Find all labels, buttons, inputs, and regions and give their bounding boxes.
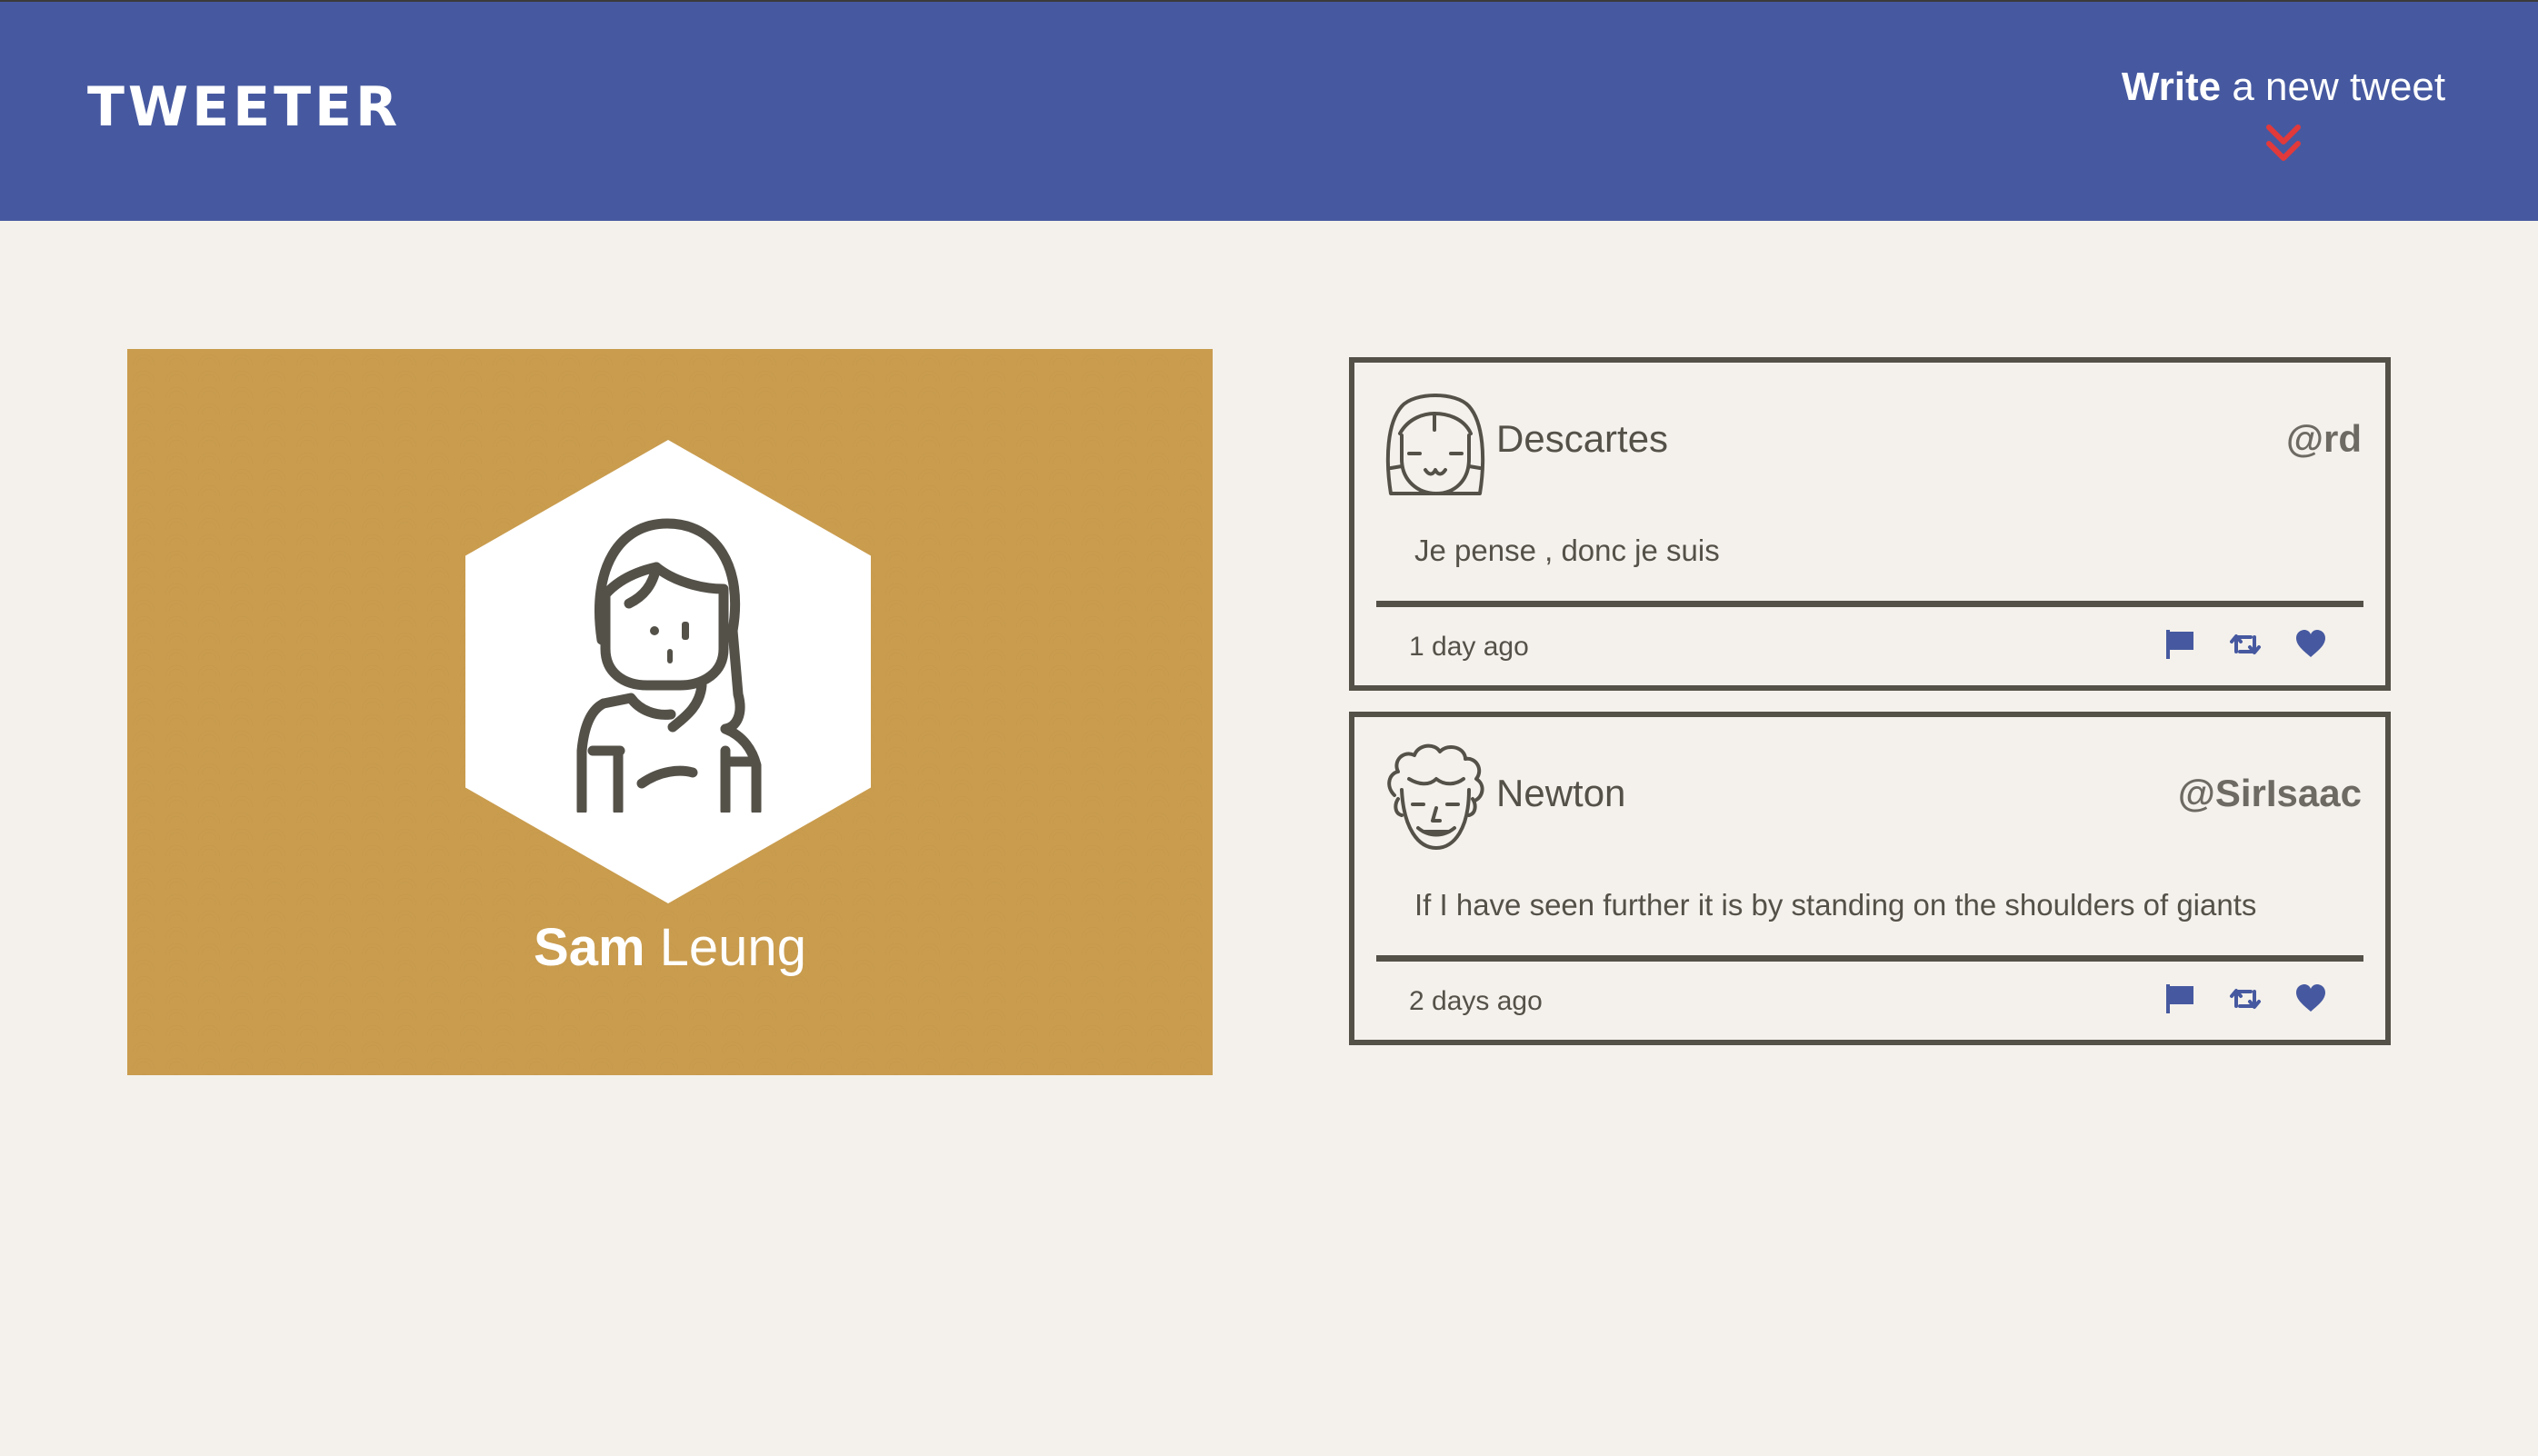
- tweet-body: Je pense , donc je suis: [1414, 534, 1720, 567]
- heart-icon[interactable]: [2294, 628, 2327, 661]
- tweet-timestamp: 1 day ago: [1409, 632, 1529, 662]
- tweet-handle[interactable]: @SirIsaac: [2178, 772, 2362, 815]
- tweet-card: Descartes @rd Je pense , donc je suis 1 …: [1349, 357, 2391, 691]
- heart-icon[interactable]: [2294, 982, 2327, 1015]
- tweet-list: Descartes @rd Je pense , donc je suis 1 …: [1349, 357, 2391, 1066]
- tweet-divider: [1376, 955, 2363, 962]
- curly-hair-avatar-icon: [1387, 743, 1484, 850]
- profile-last-name: Leung: [644, 918, 806, 977]
- tweet-actions: [2163, 982, 2327, 1015]
- flag-icon[interactable]: [2163, 628, 2196, 661]
- profile-card: Sam Leung: [127, 349, 1213, 1075]
- flag-icon[interactable]: [2163, 982, 2196, 1015]
- compose-label[interactable]: Write a new tweet: [2093, 67, 2474, 107]
- app-logo[interactable]: TWEETER: [87, 80, 401, 135]
- tweet-author[interactable]: Newton: [1496, 772, 1625, 815]
- compose-label-rest[interactable]: a new tweet: [2221, 65, 2445, 109]
- retweet-icon[interactable]: [2229, 982, 2262, 1015]
- tweet-actions: [2163, 628, 2327, 661]
- tweet-body: If I have seen further it is by standing…: [1414, 888, 2257, 922]
- compose-toggle-button[interactable]: Write a new tweet: [2093, 67, 2474, 164]
- tweet-author[interactable]: Descartes: [1496, 417, 1668, 461]
- girl-avatar-icon: [576, 518, 762, 813]
- tweet-card: Newton @SirIsaac If I have seen further …: [1349, 712, 2391, 1045]
- compose-label-strong[interactable]: Write: [2122, 65, 2221, 109]
- girl-face-avatar-icon: [1385, 394, 1485, 495]
- retweet-icon[interactable]: [2229, 628, 2262, 661]
- top-nav: TWEETER Write a new tweet: [0, 0, 2538, 221]
- profile-first-name: Sam: [534, 918, 645, 977]
- tweet-divider: [1376, 601, 2363, 607]
- tweet-timestamp: 2 days ago: [1409, 986, 1543, 1016]
- chevron-double-down-icon[interactable]: [2265, 124, 2302, 164]
- profile-name: Sam Leung: [127, 922, 1213, 974]
- tweet-handle[interactable]: @rd: [2286, 417, 2362, 461]
- profile-avatar-hexagon: [465, 440, 871, 903]
